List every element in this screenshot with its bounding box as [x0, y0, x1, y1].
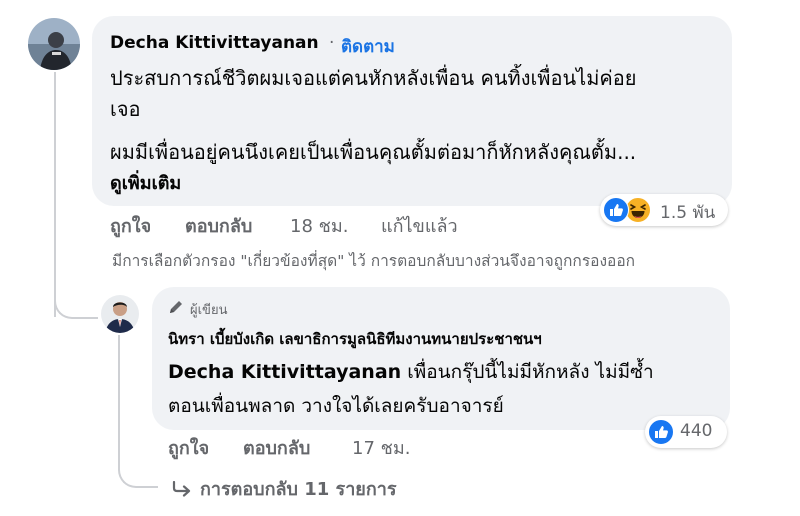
reply-button[interactable]: ตอบกลับ	[243, 433, 310, 462]
comment-timestamp[interactable]: 18 ชม.	[290, 211, 348, 240]
see-more-link[interactable]: ดูเพิ่มเติม	[110, 168, 181, 197]
filter-notice: มีการเลือกตัวกรอง "เกี่ยวข้องที่สุด" ไว้…	[112, 252, 636, 270]
thread-connector	[54, 255, 98, 319]
reply-author[interactable]: นิทรา เบี้ยบังเกิด เลขาธิการมูลนิธิทีมงา…	[168, 327, 542, 351]
reply-thread-line	[118, 335, 120, 455]
comment-text: เจอ	[110, 97, 141, 121]
comment-text: ผมมีเพื่อนอยู่คนนึงเคยเป็นเพื่อนคุณตั้มต…	[110, 140, 637, 164]
comment-text: ประสบการณ์ชีวิตผมเจอแต่คนหักหลังเพื่อน ค…	[110, 66, 637, 90]
like-button[interactable]: ถูกใจ	[168, 433, 209, 462]
reaction-summary[interactable]: 440	[645, 416, 727, 448]
like-button[interactable]: ถูกใจ	[110, 211, 151, 240]
reply-thread-connector	[118, 440, 158, 488]
more-replies-label: การตอบกลับ 11 รายการ	[200, 479, 397, 500]
pencil-icon	[170, 301, 182, 313]
avatar[interactable]	[28, 18, 80, 70]
reply-timestamp[interactable]: 17 ชม.	[352, 433, 410, 462]
reaction-summary[interactable]: 1.5 พัน	[600, 194, 728, 226]
like-icon	[603, 197, 629, 223]
separator-dot: ·	[329, 33, 335, 53]
reply-text-segment: เพื่อนกรุ๊ปนี้ไม่มีหักหลัง ไม่มีซ้ำ	[401, 361, 654, 383]
reply-text: Decha Kittivittayanan เพื่อนกรุ๊ปนี้ไม่ม…	[168, 357, 654, 387]
edited-label[interactable]: แก้ไขแล้ว	[381, 211, 458, 240]
view-more-replies-button[interactable]: การตอบกลับ 11 รายการ	[172, 474, 397, 503]
comment-author[interactable]: Decha Kittivittayanan	[110, 33, 319, 53]
author-badge: ผู้เขียน	[190, 303, 228, 318]
follow-button[interactable]: ติดตาม	[341, 33, 395, 60]
reaction-count: 1.5 พัน	[660, 203, 716, 223]
like-icon	[648, 419, 674, 445]
reply-arrow-icon	[172, 479, 192, 500]
reaction-count: 440	[680, 421, 713, 441]
avatar[interactable]	[101, 295, 139, 333]
mention-link[interactable]: Decha Kittivittayanan	[168, 361, 401, 383]
reply-text: ตอนเพื่อนพลาด วางใจได้เลยครับอาจารย์	[168, 395, 504, 417]
reply-button[interactable]: ตอบกลับ	[185, 211, 252, 240]
